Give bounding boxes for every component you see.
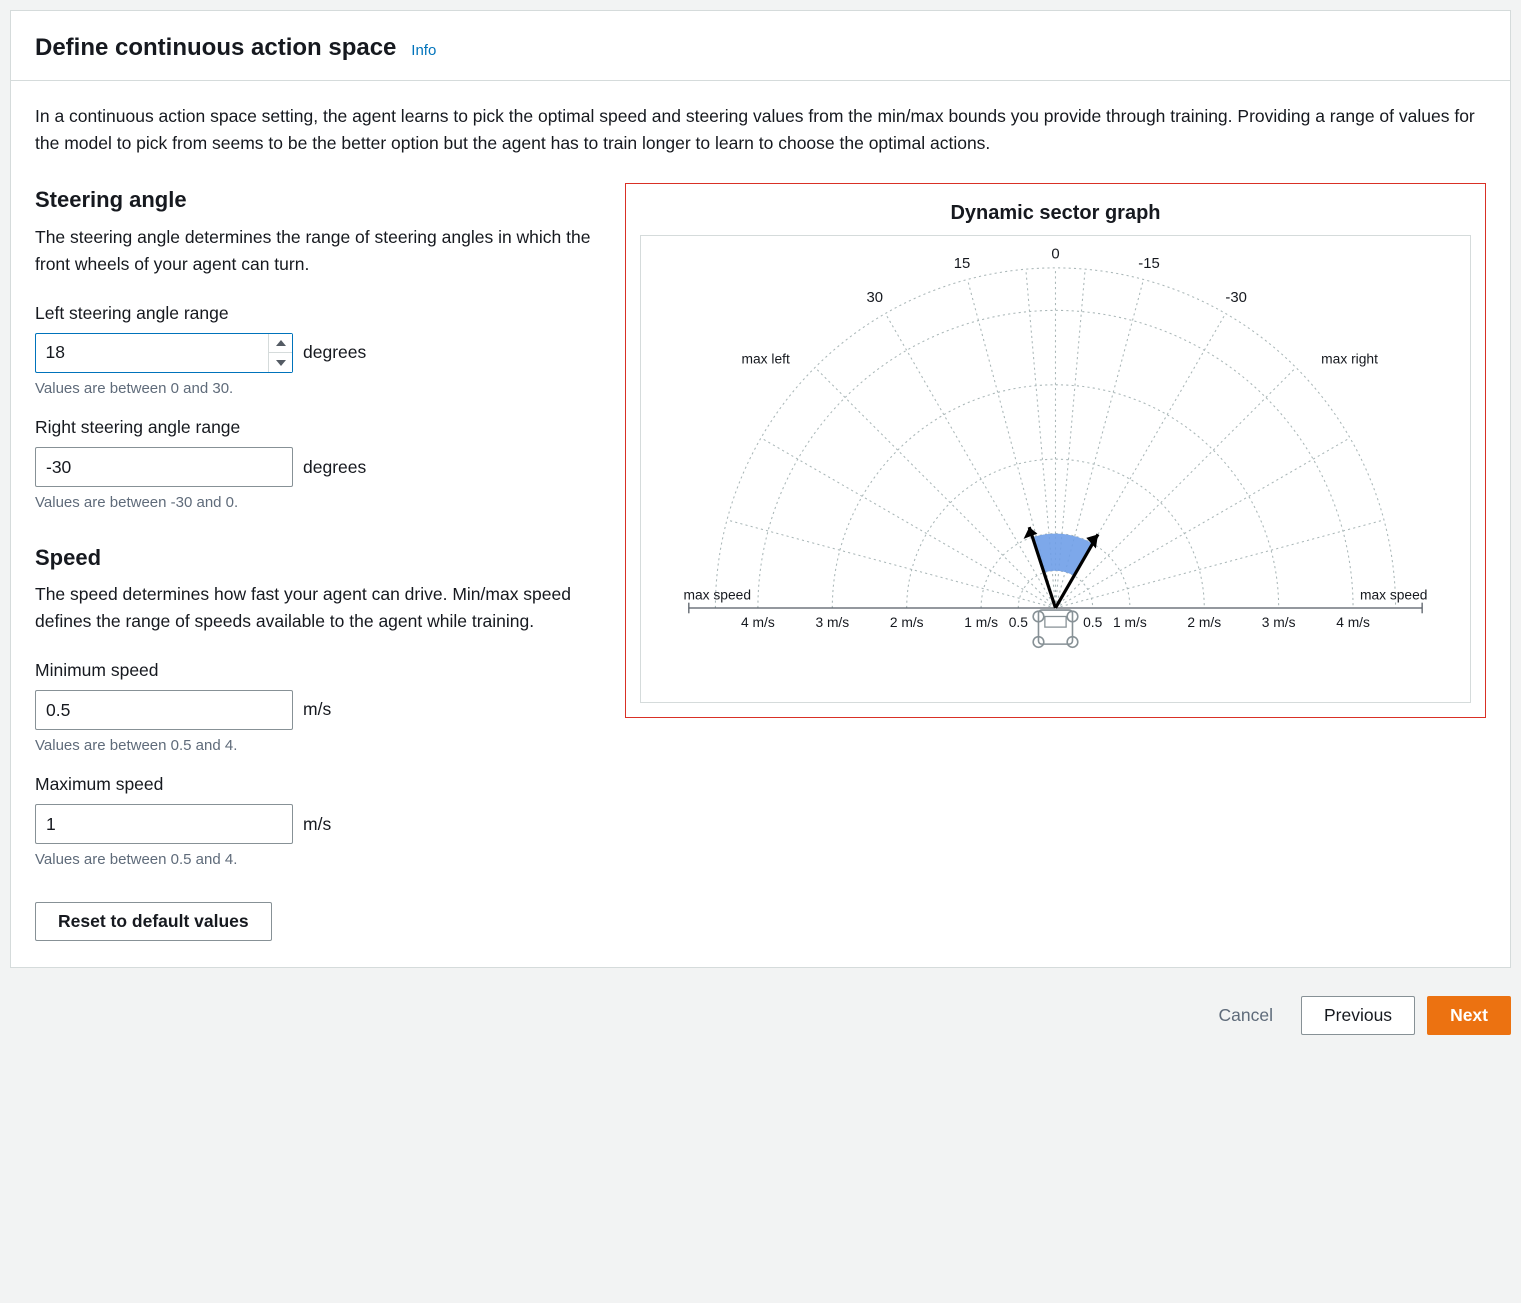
reset-button[interactable]: Reset to default values <box>35 902 272 941</box>
tick-speed-3r: 3 m/s <box>1262 615 1296 631</box>
tick-speed-2r: 2 m/s <box>1187 615 1221 631</box>
label-max-right: max right <box>1321 351 1378 367</box>
tick-angle-15: 15 <box>954 256 971 272</box>
next-button[interactable]: Next <box>1427 996 1511 1035</box>
intro-text: In a continuous action space setting, th… <box>35 103 1486 157</box>
chart-box: .grid{fill:none;stroke:#aab7b8;stroke-wi… <box>640 235 1471 702</box>
tick-speed-1l: 1 m/s <box>964 615 998 631</box>
tick-speed-1r: 1 m/s <box>1113 615 1147 631</box>
car-icon <box>1033 611 1078 648</box>
chart-frame: Dynamic sector graph .grid{fill:none;str… <box>625 183 1486 717</box>
label-max-speed-l: max speed <box>684 587 752 603</box>
tick-speed-05r: 0.5 <box>1083 615 1103 631</box>
left-steering-label: Left steering angle range <box>35 300 595 327</box>
max-speed-help: Values are between 0.5 and 4. <box>35 848 595 871</box>
stepper-down-icon[interactable] <box>269 353 292 372</box>
wizard-footer: Cancel Previous Next <box>10 996 1511 1035</box>
right-steering-label: Right steering angle range <box>35 414 595 441</box>
sector-chart: .grid{fill:none;stroke:#aab7b8;stroke-wi… <box>641 236 1470 693</box>
label-max-left: max left <box>741 351 789 367</box>
tick-speed-4l: 4 m/s <box>741 615 775 631</box>
label-max-speed-r: max speed <box>1360 587 1428 603</box>
tick-speed-05l: 0.5 <box>1009 615 1029 631</box>
right-steering-help: Values are between -30 and 0. <box>35 491 595 514</box>
previous-button[interactable]: Previous <box>1301 996 1415 1035</box>
tick-speed-4r: 4 m/s <box>1336 615 1370 631</box>
right-steering-input[interactable] <box>35 447 293 487</box>
panel-header: Define continuous action space Info <box>11 11 1510 81</box>
max-speed-label: Maximum speed <box>35 771 595 798</box>
tick-speed-3l: 3 m/s <box>815 615 849 631</box>
left-steering-help: Values are between 0 and 30. <box>35 377 595 400</box>
tick-angle-m15: -15 <box>1138 256 1159 272</box>
chart-title: Dynamic sector graph <box>640 198 1471 229</box>
cancel-button[interactable]: Cancel <box>1202 996 1288 1035</box>
speed-title: Speed <box>35 541 595 575</box>
speed-desc: The speed determines how fast your agent… <box>35 581 595 635</box>
min-speed-unit: m/s <box>303 696 331 723</box>
min-speed-help: Values are between 0.5 and 4. <box>35 734 595 757</box>
stepper-up-icon[interactable] <box>269 334 292 354</box>
panel-body: In a continuous action space setting, th… <box>11 81 1510 966</box>
tick-angle-0: 0 <box>1051 247 1059 263</box>
min-speed-label: Minimum speed <box>35 657 595 684</box>
max-speed-input[interactable] <box>35 804 293 844</box>
tick-angle-30: 30 <box>867 290 884 306</box>
right-steering-unit: degrees <box>303 454 366 481</box>
left-steering-input[interactable] <box>35 333 293 373</box>
info-link[interactable]: Info <box>411 42 436 59</box>
steering-desc: The steering angle determines the range … <box>35 224 595 278</box>
steering-title: Steering angle <box>35 183 595 217</box>
page-title: Define continuous action space <box>35 34 396 61</box>
max-speed-unit: m/s <box>303 811 331 838</box>
left-steering-unit: degrees <box>303 339 366 366</box>
left-steering-stepper[interactable] <box>268 334 292 372</box>
tick-angle-m30: -30 <box>1225 290 1246 306</box>
tick-speed-2l: 2 m/s <box>890 615 924 631</box>
action-space-panel: Define continuous action space Info In a… <box>10 10 1511 968</box>
min-speed-input[interactable] <box>35 690 293 730</box>
